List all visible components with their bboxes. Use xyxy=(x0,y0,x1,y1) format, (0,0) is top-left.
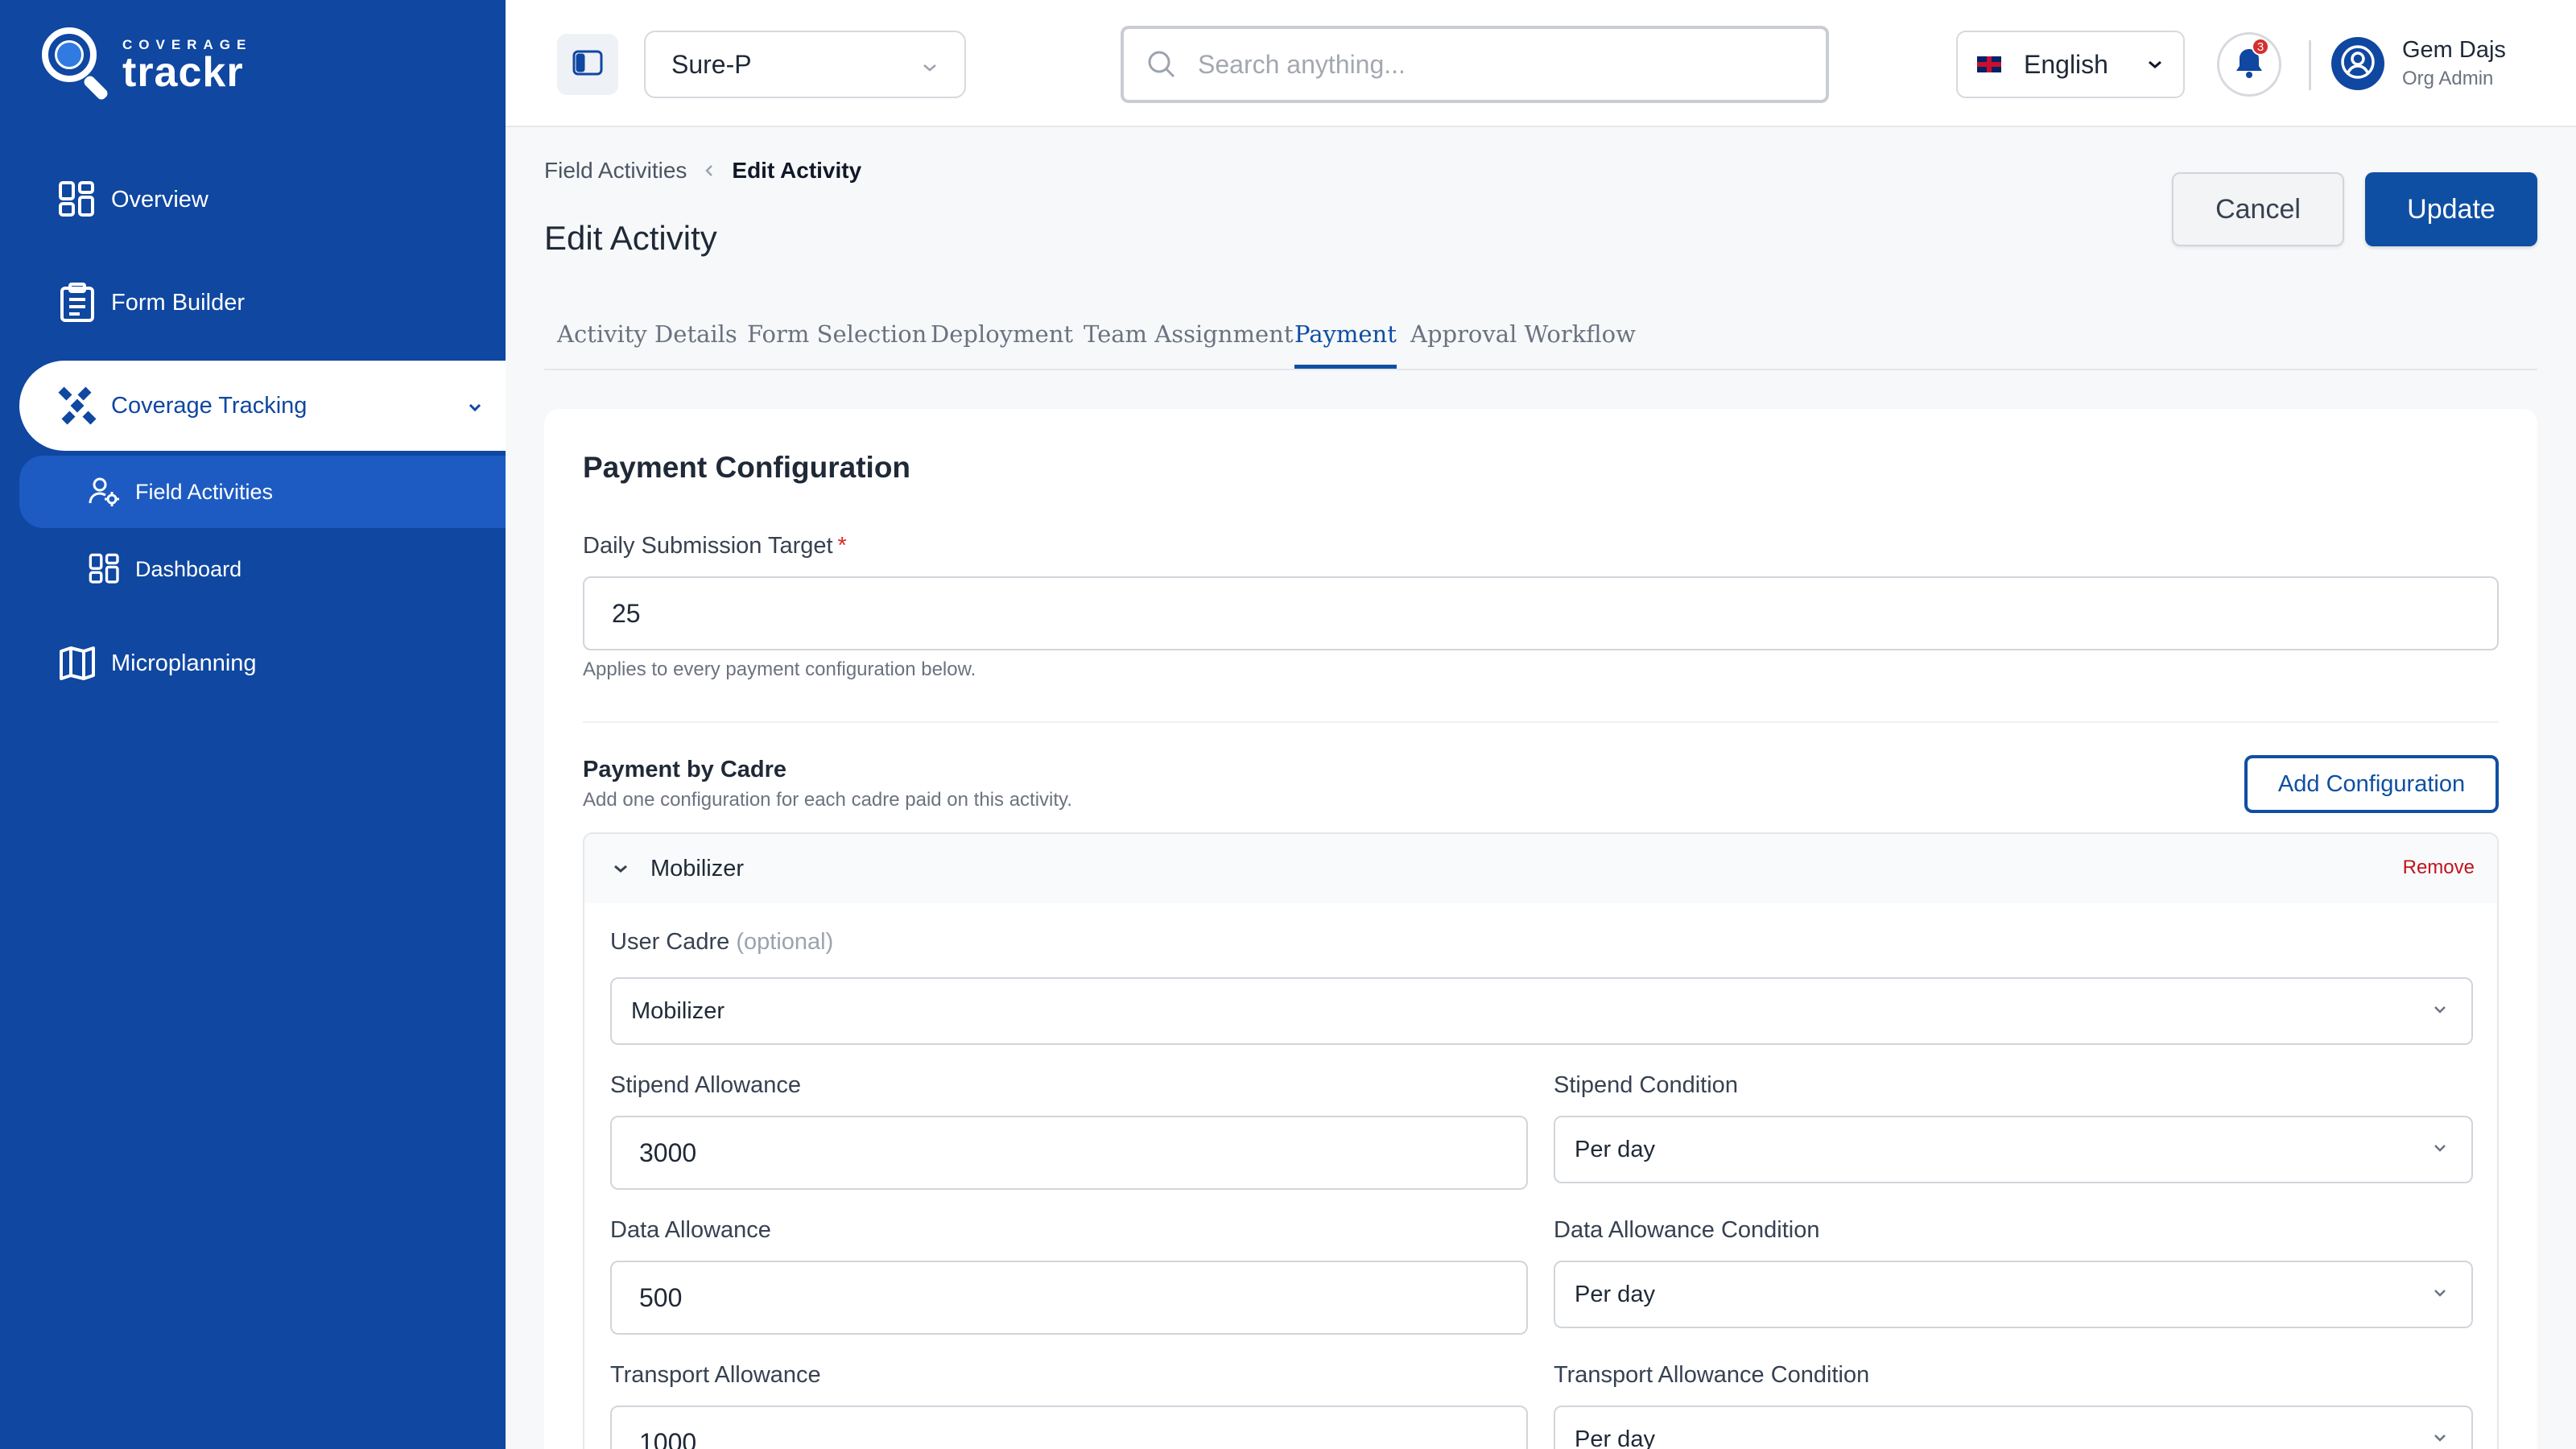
grid-icon xyxy=(87,551,122,587)
sidebar-toggle-button[interactable] xyxy=(557,34,618,95)
users-gear-icon xyxy=(87,474,122,510)
data-condition-select[interactable]: Per day xyxy=(1554,1261,2473,1328)
sidebar-item-overview[interactable]: Overview xyxy=(19,156,506,243)
cadre-config-panel: Mobilizer Remove User Cadre (optional) M… xyxy=(583,832,2499,1449)
breadcrumb-current: Edit Activity xyxy=(732,158,862,183)
breadcrumb: Field Activities Edit Activity xyxy=(544,158,861,184)
user-icon xyxy=(2339,43,2376,85)
sidebar: COVERAGE trackr Overview Form Builder Co… xyxy=(0,0,506,1449)
tab-team-assignment[interactable]: Team Assignment xyxy=(1084,320,1293,369)
divider xyxy=(2309,40,2311,90)
notifications-button[interactable]: 3 xyxy=(2217,32,2281,97)
app-logo[interactable]: COVERAGE trackr xyxy=(40,26,252,101)
tab-bar: Activity Details Form Selection Deployme… xyxy=(544,312,2537,370)
project-select[interactable]: Sure-P xyxy=(644,31,966,98)
transport-allowance-label: Transport Allowance xyxy=(610,1362,821,1388)
sidebar-item-microplanning[interactable]: Microplanning xyxy=(19,620,506,707)
logo-magnifier-icon xyxy=(40,26,114,101)
cadre-config-title: Mobilizer xyxy=(650,855,745,881)
sidebar-item-form-builder[interactable]: Form Builder xyxy=(19,259,506,346)
cancel-button[interactable]: Cancel xyxy=(2172,172,2344,246)
required-marker: * xyxy=(837,533,847,559)
divider xyxy=(583,721,2499,723)
chevron-down-icon xyxy=(612,863,630,874)
transport-allowance-input[interactable]: 1000 xyxy=(610,1406,1528,1449)
section-title: Payment Configuration xyxy=(583,451,911,484)
chevron-down-icon xyxy=(921,50,939,80)
tab-approval-workflow[interactable]: Approval Workflow xyxy=(1410,320,1636,369)
search-icon xyxy=(1146,49,1177,80)
user-cadre-label: User Cadre (optional) xyxy=(610,929,833,956)
sidebar-subitem-field-activities[interactable]: Field Activities xyxy=(19,456,506,528)
language-select[interactable]: English xyxy=(1956,31,2185,98)
data-allowance-input[interactable]: 500 xyxy=(610,1261,1528,1335)
tab-form-selection[interactable]: Form Selection xyxy=(747,320,927,369)
page-title: Edit Activity xyxy=(544,219,717,257)
user-name: Gem Dajs xyxy=(2402,37,2506,63)
sidebar-item-coverage-tracking[interactable]: Coverage Tracking xyxy=(19,361,506,451)
payment-by-cadre-desc: Add one configuration for each cadre pai… xyxy=(583,789,1072,811)
daily-target-label: Daily Submission Target * xyxy=(583,533,847,559)
daily-target-label-text: Daily Submission Target xyxy=(583,533,833,559)
chevron-down-icon xyxy=(467,393,483,419)
transport-condition-value: Per day xyxy=(1575,1426,1655,1449)
transport-condition-select[interactable]: Per day xyxy=(1554,1406,2473,1449)
sidebar-subitem-label: Field Activities xyxy=(135,479,274,504)
logo-wordmark: trackr xyxy=(122,49,244,96)
notification-count-badge: 3 xyxy=(2252,38,2269,56)
data-condition-label: Data Allowance Condition xyxy=(1554,1217,1820,1243)
chevron-down-icon xyxy=(2433,1288,2447,1298)
satellite-icon xyxy=(56,385,98,427)
top-bar: Sure-P Search anything... English 3 Gem … xyxy=(506,0,2576,127)
sidebar-item-label: Coverage Tracking xyxy=(111,392,308,419)
stipend-condition-value: Per day xyxy=(1575,1136,1655,1162)
user-role: Org Admin xyxy=(2402,68,2494,89)
map-icon xyxy=(56,642,98,684)
chevron-down-icon xyxy=(2433,1433,2447,1443)
sidebar-item-label: Form Builder xyxy=(111,289,245,316)
daily-target-help: Applies to every payment configuration b… xyxy=(583,658,976,680)
remove-config-button[interactable]: Remove xyxy=(2403,857,2475,879)
optional-hint: (optional) xyxy=(736,929,834,955)
clipboard-icon xyxy=(56,282,98,324)
language-select-value: English xyxy=(2024,49,2108,79)
sidebar-item-label: Overview xyxy=(111,186,208,213)
chevron-left-icon xyxy=(704,159,714,184)
data-condition-value: Per day xyxy=(1575,1281,1655,1307)
sidebar-panel-icon xyxy=(572,50,603,80)
grid-icon xyxy=(56,179,98,221)
daily-target-input[interactable]: 25 xyxy=(583,576,2499,650)
search-input[interactable]: Search anything... xyxy=(1121,26,1829,103)
stipend-condition-select[interactable]: Per day xyxy=(1554,1116,2473,1183)
chevron-down-icon xyxy=(2433,1143,2447,1153)
update-button[interactable]: Update xyxy=(2365,172,2537,246)
stipend-allowance-label: Stipend Allowance xyxy=(610,1072,801,1098)
user-cadre-select-value: Mobilizer xyxy=(631,997,725,1024)
breadcrumb-parent-link[interactable]: Field Activities xyxy=(544,158,687,184)
tab-deployment[interactable]: Deployment xyxy=(931,320,1073,369)
add-configuration-button[interactable]: Add Configuration xyxy=(2244,755,2499,813)
uk-flag-icon xyxy=(1977,56,2001,72)
sidebar-subitem-label: Dashboard xyxy=(135,556,242,581)
tab-payment[interactable]: Payment xyxy=(1294,320,1397,369)
cadre-config-header[interactable]: Mobilizer Remove xyxy=(584,834,2497,903)
user-cadre-label-text: User Cadre xyxy=(610,929,730,955)
payment-by-cadre-title: Payment by Cadre xyxy=(583,757,787,782)
stipend-condition-label: Stipend Condition xyxy=(1554,1072,1738,1098)
data-allowance-label: Data Allowance xyxy=(610,1217,771,1243)
tab-activity-details[interactable]: Activity Details xyxy=(557,320,737,369)
chevron-down-icon xyxy=(2433,1005,2447,1014)
sidebar-item-label: Microplanning xyxy=(111,650,257,676)
search-placeholder: Search anything... xyxy=(1198,49,1406,79)
transport-condition-label: Transport Allowance Condition xyxy=(1554,1362,1870,1388)
project-select-value: Sure-P xyxy=(671,49,752,79)
chevron-down-icon xyxy=(2146,54,2164,75)
user-cadre-select[interactable]: Mobilizer xyxy=(610,977,2473,1045)
sidebar-subitem-dashboard[interactable]: Dashboard xyxy=(19,533,506,605)
stipend-allowance-input[interactable]: 3000 xyxy=(610,1116,1528,1190)
payment-card: Payment Configuration Daily Submission T… xyxy=(544,409,2537,1449)
user-avatar[interactable] xyxy=(2331,37,2384,90)
